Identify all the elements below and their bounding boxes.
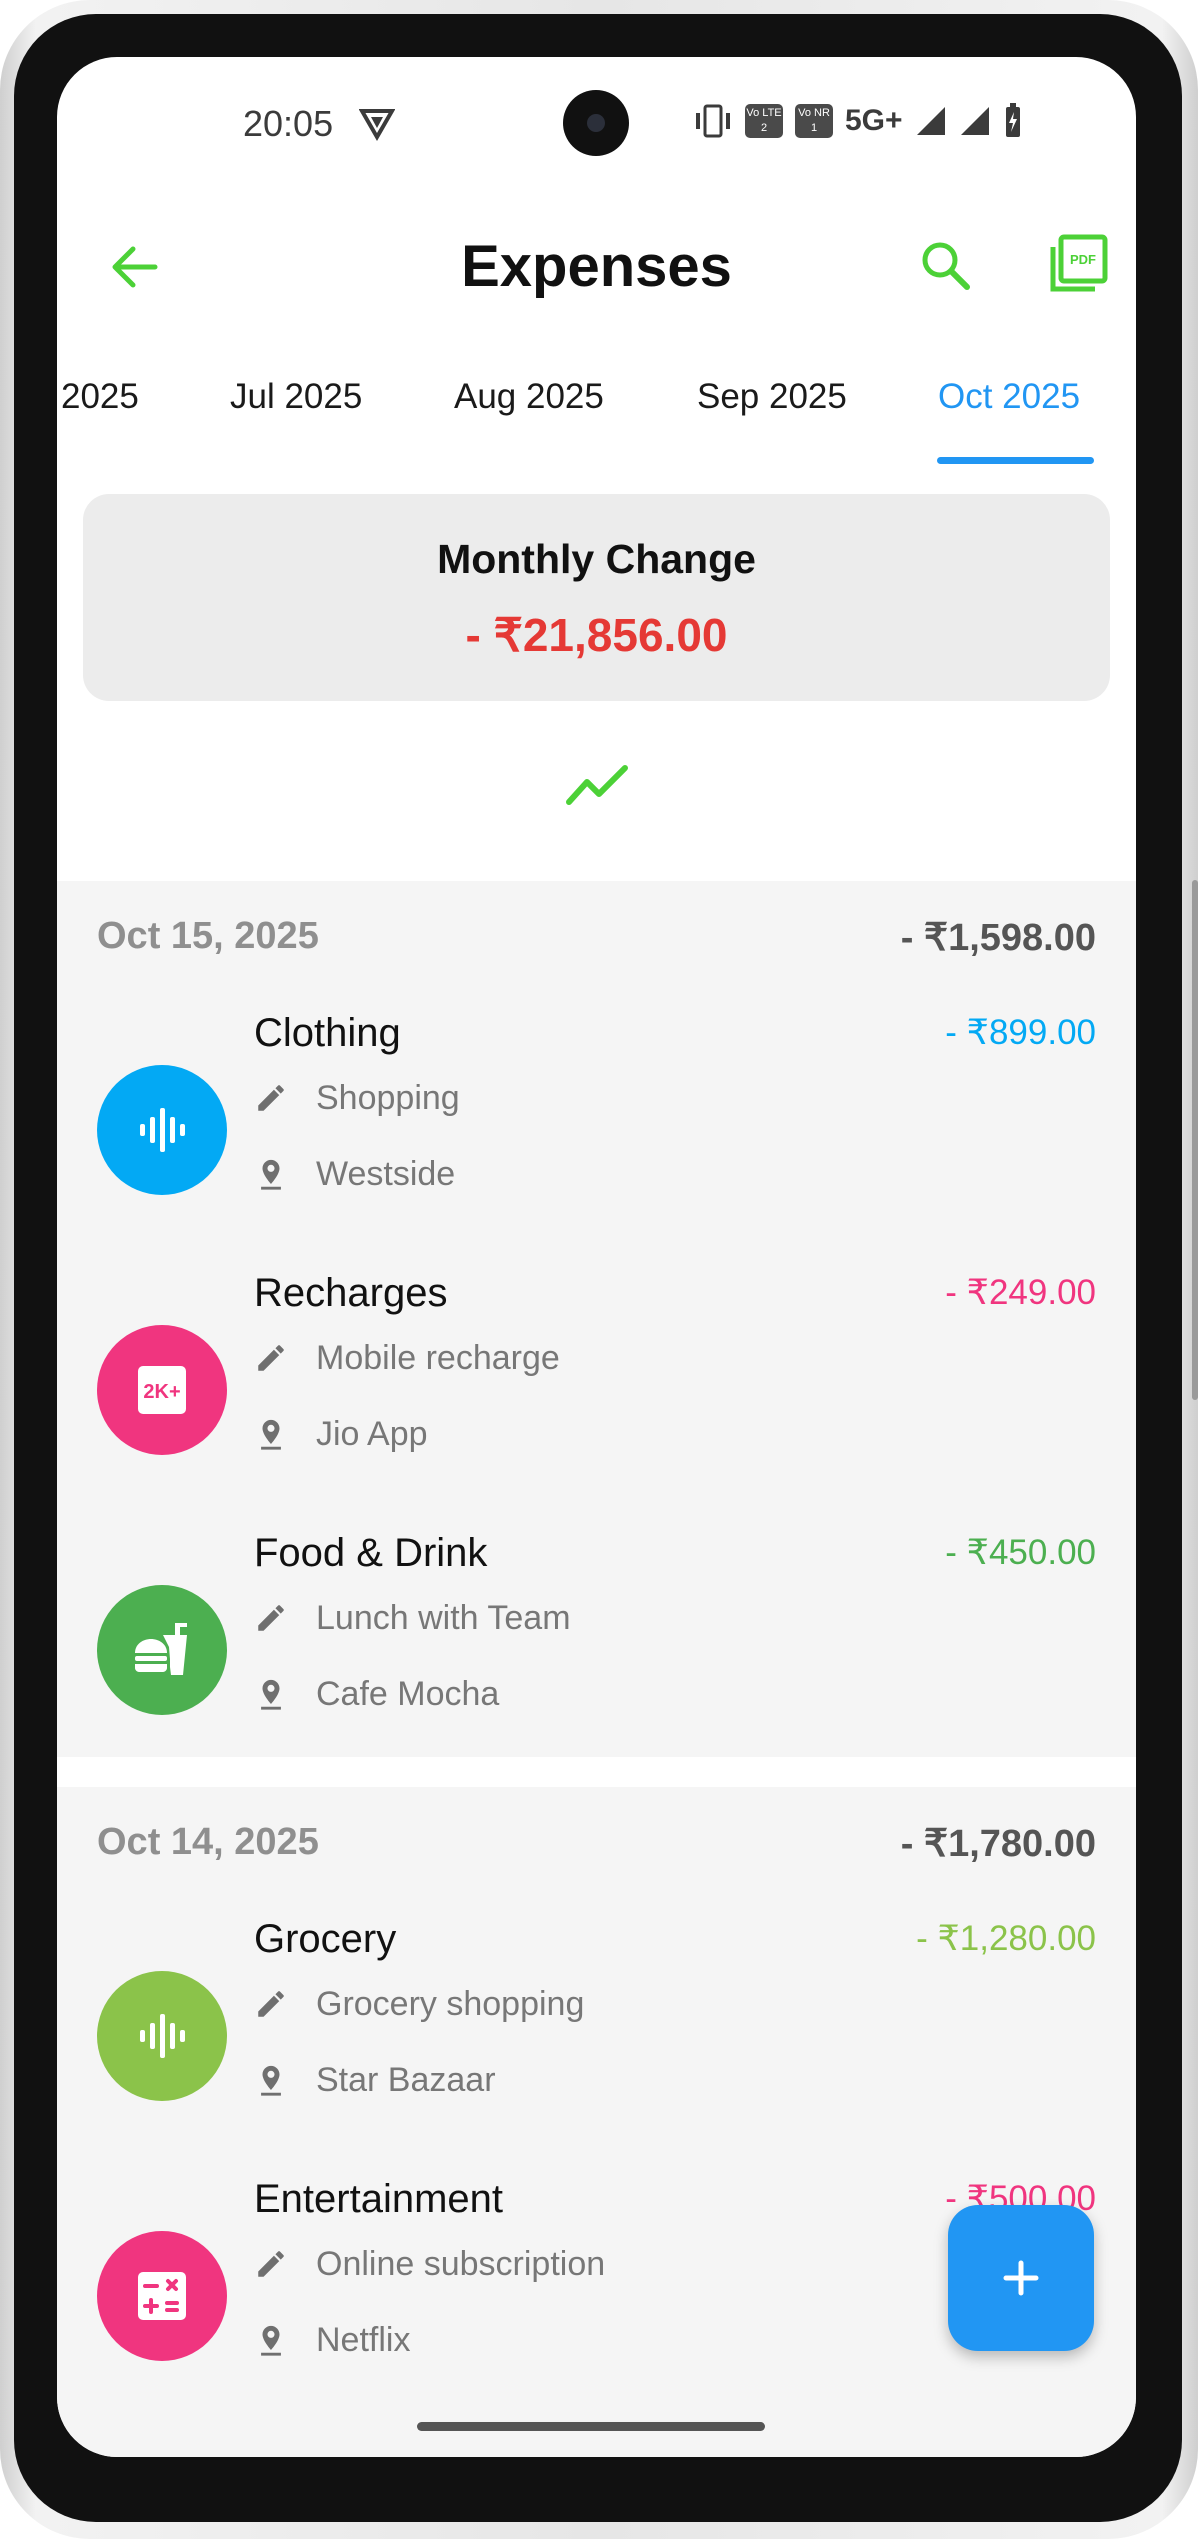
month-tabs: 2025 Jul 2025 Aug 2025 Sep 2025 Oct 2025	[57, 357, 1136, 467]
expense-place: Jio App	[316, 1414, 428, 1453]
expense-place: Netflix	[316, 2320, 411, 2359]
pencil-icon	[258, 1991, 284, 2017]
expense-amount: - ₹1,280.00	[916, 1919, 1096, 1958]
vpn-icon	[359, 109, 395, 141]
location-pin-icon	[261, 2325, 281, 2356]
expense-place-row: Jio App	[254, 1409, 428, 1459]
expense-place-row: Star Bazaar	[254, 2055, 496, 2105]
expense-place-row: Cafe Mocha	[254, 1669, 499, 1719]
tab-month[interactable]: Sep 2025	[697, 377, 847, 417]
pencil-icon	[258, 1345, 284, 1371]
expense-category: Clothing	[254, 1011, 401, 1055]
tab-month[interactable]: 2025	[61, 377, 139, 417]
expense-category: Entertainment	[254, 2177, 504, 2221]
pdf-export-icon[interactable]: PDF	[1047, 233, 1109, 295]
expense-note: Shopping	[316, 1078, 460, 1117]
calculate-icon	[97, 2231, 227, 2361]
svg-text:2K+: 2K+	[143, 1381, 180, 1403]
signal-icon	[960, 107, 989, 135]
tab-month-active[interactable]: Oct 2025	[938, 377, 1080, 417]
front-camera	[563, 90, 629, 156]
expense-item[interactable]: Food & Drink - ₹450.00 Lunch with Team C…	[57, 1531, 1136, 1791]
expense-note-row: Mobile recharge	[254, 1333, 560, 1383]
expense-note: Grocery shopping	[316, 1984, 585, 2023]
expense-note: Lunch with Team	[316, 1598, 571, 1637]
expense-amount: - ₹249.00	[945, 1273, 1096, 1312]
expense-place-row: Westside	[254, 1149, 455, 1199]
trending-up-icon[interactable]	[563, 762, 631, 810]
signal-icon	[916, 107, 945, 135]
expense-note: Online subscription	[316, 2244, 606, 2283]
group-date: Oct 14, 2025	[97, 1821, 319, 1863]
sim1-volte-icon: Vo LTE 2	[745, 104, 783, 138]
status-bar: 20:05 Vo LTE 2 Vo NR 1 5G+	[57, 57, 1136, 187]
audio-wave-icon	[97, 1065, 227, 1195]
search-icon[interactable]	[917, 237, 975, 295]
location-pin-icon	[261, 1419, 281, 1450]
tab-indicator	[937, 457, 1094, 464]
expense-item[interactable]: Clothing - ₹899.00 Shopping Westside	[57, 1011, 1136, 1271]
expense-place: Star Bazaar	[316, 2060, 496, 2099]
expense-amount: - ₹899.00	[945, 1013, 1096, 1052]
expense-place: Westside	[316, 1154, 456, 1193]
expense-note: Mobile recharge	[316, 1338, 560, 1377]
group-date: Oct 15, 2025	[97, 915, 319, 957]
location-pin-icon	[261, 1159, 281, 1190]
expense-place: Cafe Mocha	[316, 1674, 500, 1713]
system-icons: Vo LTE 2 Vo NR 1 5G+	[693, 101, 1023, 141]
expense-amount: - ₹450.00	[945, 1533, 1096, 1572]
location-pin-icon	[261, 2065, 281, 2096]
summary-title: Monthly Change	[437, 536, 756, 582]
expense-category: Grocery	[254, 1917, 397, 1961]
power-button	[1192, 1070, 1198, 1400]
2k-plus-icon: 2K+	[97, 1325, 227, 1455]
pencil-icon	[258, 2251, 284, 2277]
expense-item[interactable]: 2K+ Recharges - ₹249.00 Mobile recharge …	[57, 1271, 1136, 1531]
summary-value: - ₹21,856.00	[465, 609, 728, 661]
app-bar: Expenses PDF	[57, 207, 1136, 327]
expense-category: Food & Drink	[254, 1531, 488, 1575]
group-total: - ₹1,598.00	[900, 917, 1096, 959]
gesture-home-bar[interactable]	[417, 2422, 765, 2431]
screen: 20:05 Vo LTE 2 Vo NR 1 5G+ Expenses PDF …	[57, 57, 1136, 2457]
expense-note-row: Grocery shopping	[254, 1979, 584, 2029]
pencil-icon	[258, 1085, 284, 1111]
day-group: Oct 15, 2025 - ₹1,598.00 Clothing - ₹899…	[57, 881, 1136, 1757]
plus-icon	[1003, 2260, 1039, 2296]
expense-note-row: Lunch with Team	[254, 1593, 571, 1643]
expense-item[interactable]: Grocery - ₹1,280.00 Grocery shopping Sta…	[57, 1917, 1136, 2177]
fastfood-icon	[97, 1585, 227, 1715]
day-group: Oct 14, 2025 - ₹1,780.00 Grocery - ₹1,28…	[57, 1787, 1136, 2457]
expense-note-row: Shopping	[254, 1073, 460, 1123]
expense-note-row: Online subscription	[254, 2239, 605, 2289]
vibrate-icon	[696, 104, 730, 138]
status-time: 20:05	[243, 103, 334, 144]
battery-charging-icon	[1005, 103, 1020, 137]
expense-place-row: Netflix	[254, 2315, 410, 2365]
network-type: 5G+	[845, 104, 903, 137]
expense-category: Recharges	[254, 1271, 448, 1315]
tab-month[interactable]: Jul 2025	[230, 377, 362, 417]
sim2-vonr-icon: Vo NR 1	[795, 104, 833, 138]
svg-text:PDF: PDF	[1070, 252, 1096, 267]
location-pin-icon	[261, 1679, 281, 1710]
audio-wave-icon	[97, 1971, 227, 2101]
add-expense-button[interactable]	[948, 2205, 1094, 2351]
pencil-icon	[258, 1605, 284, 1631]
tab-month[interactable]: Aug 2025	[454, 377, 604, 417]
volume-button	[1192, 880, 1198, 1080]
monthly-summary-card: Monthly Change - ₹21,856.00	[83, 494, 1110, 701]
group-total: - ₹1,780.00	[900, 1823, 1096, 1865]
